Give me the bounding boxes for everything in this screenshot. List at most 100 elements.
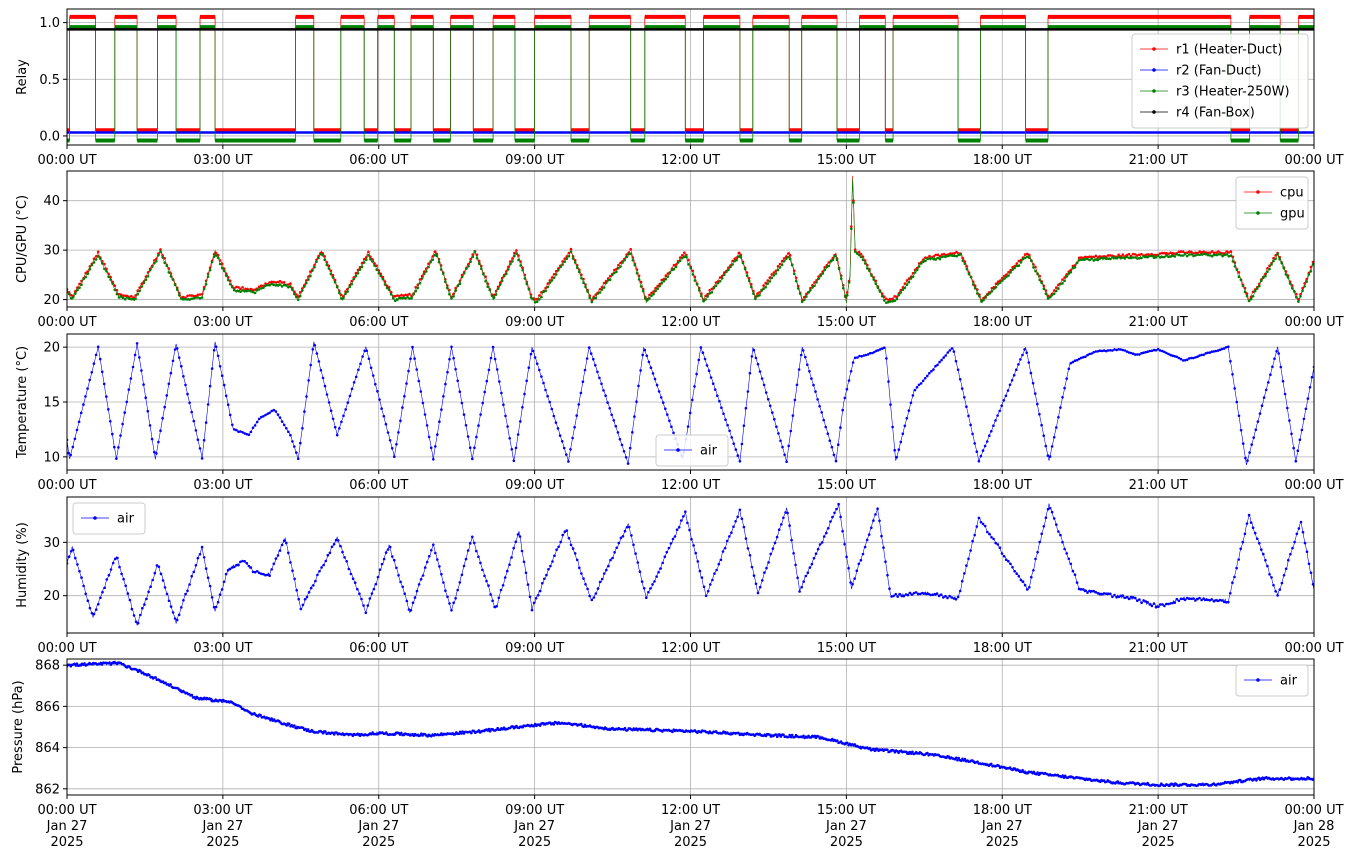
data-point [695,283,699,286]
data-point [348,394,352,398]
data-point [198,447,202,450]
data-point [1239,278,1243,282]
data-point [301,603,305,607]
data-point [77,420,81,424]
legend-label: r4 (Fan-Box) [1176,106,1255,121]
data-point [109,420,112,423]
data-point [127,388,131,391]
data-point [125,400,129,404]
data-point [1305,550,1309,553]
data-point [973,533,976,537]
data-point [155,452,158,455]
data-point [649,366,653,370]
data-point [444,589,447,592]
data-point [1161,603,1164,606]
data-point [998,546,1002,549]
data-point [200,296,204,299]
data-point [483,574,486,578]
data-point [364,611,368,615]
data-point [979,454,983,458]
data-point [557,545,560,549]
data-point [352,277,356,281]
data-point [119,434,122,437]
data-point [458,581,462,584]
data-point [835,507,838,511]
data-point [79,411,83,415]
data-point [312,584,315,587]
data-point [1243,290,1247,294]
data-point [119,295,123,298]
data-point [448,357,451,361]
data-point [1063,547,1066,551]
data-point [90,263,94,267]
data-point [123,411,126,414]
data-point [84,395,87,398]
data-point [362,604,365,607]
data-point [1001,279,1004,282]
data-point [487,584,490,587]
x-tick-label: 18:00 UT [973,641,1032,656]
x-tick-label: 09:00 UT [505,478,564,493]
data-point [1036,272,1039,276]
data-point [332,542,336,546]
data-point [446,370,449,374]
legend: r1 (Heater-Duct)r2 (Fan-Duct)r3 (Heater-… [1131,33,1309,129]
data-point [325,393,329,396]
data-point [94,608,98,611]
data-point [165,592,169,596]
y-axis-label: Pressure (hPa) [11,680,26,773]
data-point [131,365,135,369]
data-point [558,434,562,437]
data-point [822,418,825,422]
data-point [1065,377,1068,380]
data-point [790,263,794,267]
data-point [1065,275,1068,278]
data-point [1038,412,1041,416]
x-tick-label: 00:00 UT Jan 28 2025 [1284,803,1343,850]
data-point [552,414,556,418]
data-point [768,404,772,408]
data-point [907,280,911,284]
data-point [233,565,236,569]
y-tick-label: 0.5 [39,73,60,88]
data-point [640,580,644,583]
data-point [948,349,952,352]
data-point [1235,566,1238,570]
data-point [1172,784,1176,788]
data-point [115,457,118,460]
y-tick-label: 10 [43,450,60,465]
data-point [109,568,113,571]
data-point [621,535,625,538]
x-tick-label: 21:00 UT [1129,315,1188,330]
data-point [338,427,341,430]
data-point [1247,513,1251,517]
data-point [1276,594,1279,597]
data-point [615,546,618,550]
data-point [182,375,185,378]
data-point [150,437,154,441]
data-point [842,286,845,290]
data-point [530,608,534,612]
data-point [1231,581,1234,584]
data-point [801,349,805,352]
data-point [522,560,526,564]
data-point [293,577,296,581]
data-point [607,564,610,568]
data-point [598,580,602,584]
data-point [429,260,432,264]
data-point [220,266,224,270]
data-point [782,259,786,263]
data-point [1280,581,1284,585]
data-point [96,345,100,349]
data-point [113,288,117,292]
data-point [797,368,801,371]
data-point [1235,400,1239,404]
data-point [462,272,466,275]
data-point [830,445,834,449]
data-point [393,558,396,562]
data-point [311,348,315,351]
data-point [787,444,790,448]
data-point [356,272,360,275]
data-point [291,440,294,443]
data-point [515,249,518,252]
